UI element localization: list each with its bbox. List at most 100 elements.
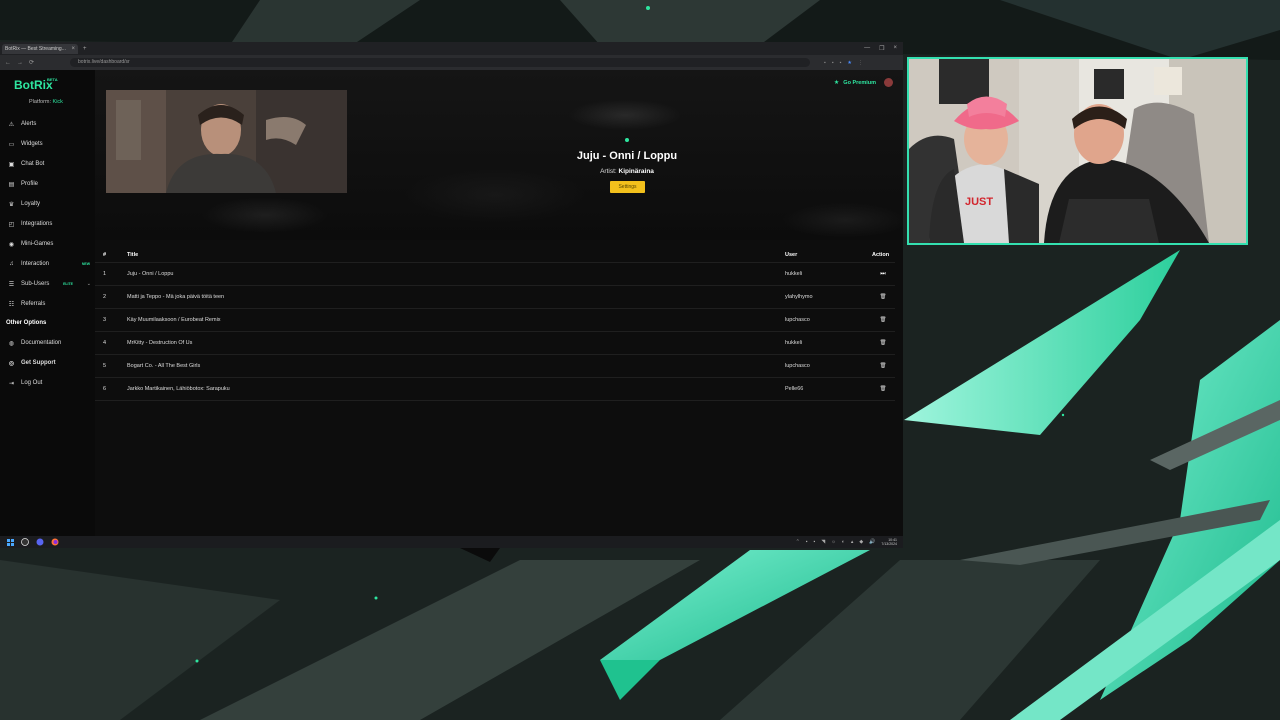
address-bar[interactable]: botrix.live/dashboard/sr [70,58,811,67]
bookmark-star-icon[interactable]: ★ [847,60,851,66]
row-user: Pelle66 [784,377,871,401]
column-header-action: Action [872,252,890,258]
table-row: 1 Juju - Onni / Loppu hukkeli ⏭ [95,262,895,286]
system-tray: ⌃ ▪ ▪ ◥ ☼ ◐ ▴ ◆ 🔊 10:41 7/13/2024 [796,538,903,546]
discord-icon[interactable] [36,538,44,546]
windows-start-icon[interactable] [6,538,14,546]
sidebar-item-mini-games[interactable]: ◉ Mini-Games [0,234,95,254]
trash-icon[interactable]: 🗑 [880,386,887,392]
table-row: 6 Jarkko Martikainen, Lähiöbotox: Sarapu… [95,377,895,401]
avatar[interactable] [884,78,893,87]
trash-icon[interactable]: 🗑 [880,340,887,346]
clock[interactable]: 10:41 7/13/2024 [881,538,897,546]
row-title: Jarkko Martikainen, Lähiöbotox: Sarapuku [126,377,784,401]
tray-icon[interactable]: ▴ [851,539,854,545]
volume-icon[interactable]: 🔊 [869,539,875,545]
table-header-row: # Title User Action [95,248,895,263]
sidebar-item-label: Get Support [21,360,56,366]
music-icon: ♫ [9,261,14,267]
sidebar-item-documentation[interactable]: ◍ Documentation [0,333,95,353]
alert-icon: ⚠ [8,121,15,128]
sidebar-item-integrations[interactable]: ◰ Integrations [0,214,95,234]
sidebar-item-sub-users[interactable]: ☰ Sub-Users ELITE ⌄ [0,274,95,294]
sidebar-item-loyalty[interactable]: ♛ Loyalty [0,194,95,214]
tray-icon[interactable]: ⌃ [796,539,800,545]
now-playing-artist: Artist: Kipinäraina [475,168,779,175]
sidebar-item-profile[interactable]: ▤ Profile [0,174,95,194]
sidebar-item-label: Profile [21,181,39,187]
new-tab-button[interactable]: + [83,46,87,52]
menu-icon[interactable]: ⋮ [858,60,863,66]
trash-icon[interactable]: 🗑 [880,317,887,323]
row-number: 5 [95,354,126,378]
premium-area: ★ Go Premium [834,78,893,87]
sidebar-item-widgets[interactable]: ▭ Widgets [0,134,95,154]
tray-icon[interactable]: ▪ [806,539,808,545]
browser-tab[interactable]: BotRix — Best Streaming... × [2,43,78,54]
windows-taskbar: ⌃ ▪ ▪ ◥ ☼ ◐ ▴ ◆ 🔊 10:41 7/13/2024 [0,536,903,548]
obs-icon[interactable] [21,538,29,546]
table-row: 5 Bogart Co. - All The Best Girls lupcha… [95,354,895,378]
beta-badge: BETA [47,77,58,82]
row-user: lupchasco [784,354,871,378]
trash-icon[interactable]: 🗑 [880,363,887,369]
docs-icon: ◍ [8,340,15,347]
tab-strip: BotRix — Best Streaming... × + — ❐ × [0,42,903,55]
tray-icon[interactable]: ◥ [821,539,825,545]
status-dot [625,138,629,142]
sidebar-item-get-support[interactable]: ◎ Get Support [0,353,95,373]
maximize-button[interactable]: ❐ [879,45,884,52]
clock-date: 7/13/2024 [881,542,897,546]
column-header-number: # [103,252,107,258]
sidebar-item-interaction[interactable]: ♫ Interaction NEW [0,254,95,274]
close-window-button[interactable]: × [893,45,897,52]
sidebar-item-label: Sub-Users [21,281,50,287]
tray-icon[interactable]: ◐ [842,539,845,545]
sidebar-item-referrals[interactable]: ☷ Referrals [0,294,95,314]
back-button[interactable]: ← [5,60,11,66]
row-title: MrKitty - Destruction Of Us [126,331,784,355]
row-number: 2 [95,285,126,309]
settings-button[interactable]: Settings [610,181,645,193]
row-user: ylahylhymo [784,285,871,309]
reload-button[interactable]: ⟳ [29,59,34,66]
tray-icon[interactable]: ◆ [859,539,863,545]
window-controls: — ❐ × [864,45,903,52]
minimize-button[interactable]: — [864,45,870,52]
sidebar-item-label: Widgets [21,141,43,147]
go-premium-link[interactable]: Go Premium [843,80,876,86]
video-thumbnail[interactable] [106,90,347,193]
profile-icon: ▤ [8,181,15,188]
column-header-user: User [785,252,798,258]
tray-icon[interactable]: ▪ [814,539,816,545]
row-number: 6 [95,377,126,401]
chat-icon: ▣ [8,161,15,168]
webcam-overlay: JUST [907,57,1248,245]
sidebar-item-alerts[interactable]: ⚠ Alerts [0,114,95,134]
now-playing-panel: Juju - Onni / Loppu Artist: Kipinäraina … [95,70,903,240]
skip-icon[interactable]: ⏭ [880,271,885,277]
new-badge: NEW [81,262,90,266]
trophy-icon: ♛ [8,201,15,208]
browser-window: BotRix — Best Streaming... × + — ❐ × ← →… [0,42,903,548]
sidebar-nav: ⚠ Alerts ▭ Widgets ▣ Chat Bot ▤ Profile ♛ Loy… [0,114,95,314]
trash-icon[interactable]: 🗑 [880,294,887,300]
tray-icon[interactable]: ☼ [831,539,836,545]
sidebar-item-chat-bot[interactable]: ▣ Chat Bot [0,154,95,174]
sidebar-item-label: Alerts [21,121,37,127]
extension-icons: ▪ ▪ ▪ ★ ⋮ [824,60,863,66]
sidebar-item-log-out[interactable]: ⇥ Log Out [0,373,95,393]
chevron-down-icon[interactable]: ⌄ [87,281,91,287]
widgets-icon: ▭ [8,141,15,148]
extension-icon[interactable]: ▪ [840,60,842,66]
forward-button[interactable]: → [17,60,23,66]
extension-icon[interactable]: ▪ [832,60,834,66]
row-number: 3 [95,308,126,332]
tab-close-icon[interactable]: × [71,46,75,52]
extension-icon[interactable]: ▪ [824,60,826,66]
row-title: Juju - Onni / Loppu [126,262,784,286]
botrix-app: BotRix BETA Platform: Kick ⚠ Alerts ▭ Widg… [0,70,903,536]
sidebar-item-label: Documentation [21,340,62,346]
row-number: 4 [95,331,126,355]
firefox-icon[interactable] [51,538,59,546]
